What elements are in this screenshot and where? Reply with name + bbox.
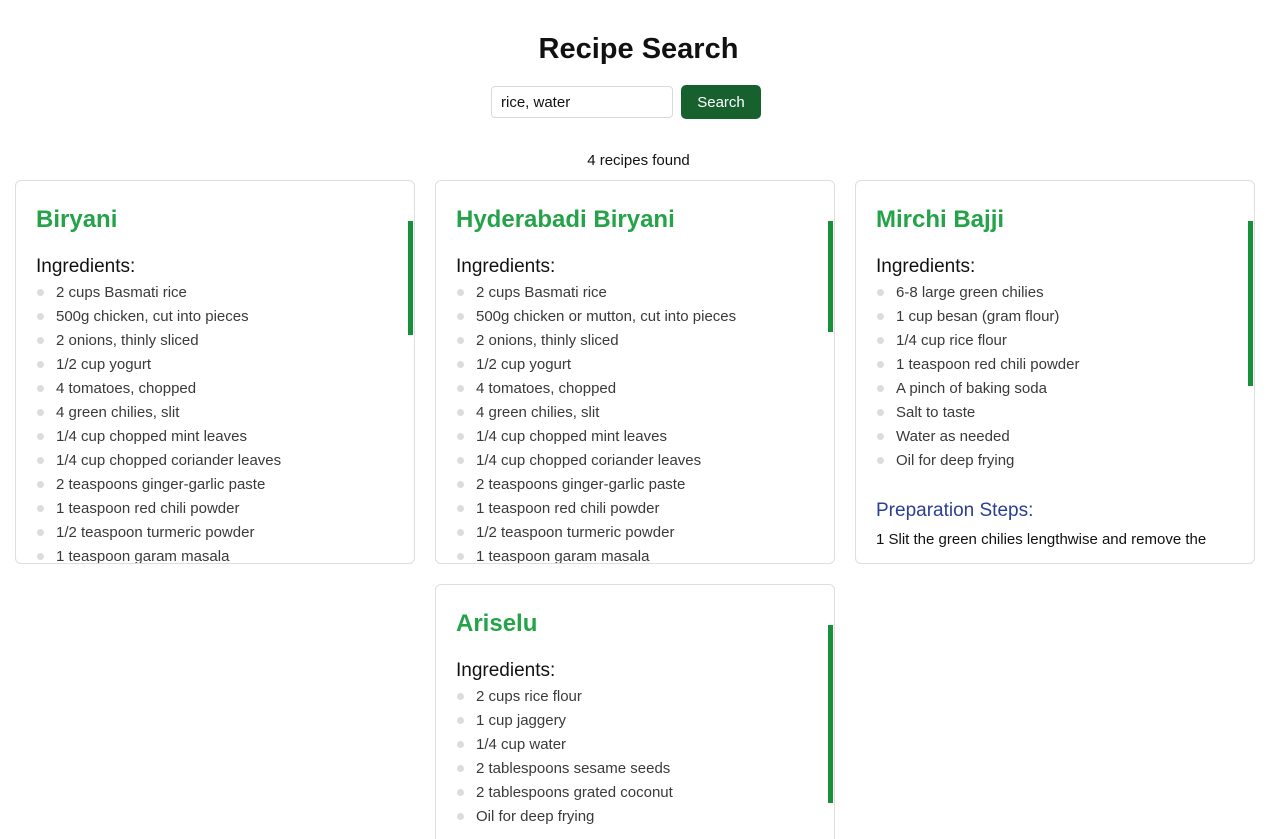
recipe-card-hyderabadi-biryani: Hyderabadi Biryani Ingredients: 2 cups B… [435,180,835,564]
ingredient-item: 2 teaspoons ginger-garlic paste [456,473,816,497]
recipe-card-mirchi-bajji: Mirchi Bajji Ingredients: 6-8 large gree… [855,180,1255,564]
ingredient-item: 2 cups rice flour [456,685,816,709]
ingredient-item: 4 tomatoes, chopped [456,377,816,401]
ingredient-item: Water as needed [876,425,1236,449]
ingredient-item: 1/4 cup water [456,733,816,757]
ingredient-item: 6-8 large green chilies [876,281,1236,305]
ingredient-item: 1 teaspoon garam masala [456,545,816,563]
card-scrollbar[interactable] [1248,221,1253,386]
ingredients-heading: Ingredients: [456,256,556,277]
card-scrollbar[interactable] [828,221,833,332]
recipe-title: Biryani [36,206,118,233]
ingredients-heading: Ingredients: [876,256,976,277]
ingredients-heading: Ingredients: [36,256,136,277]
ingredient-item: 2 onions, thinly sliced [456,329,816,353]
ingredient-item: 1/4 cup chopped mint leaves [456,425,816,449]
ingredient-item: 4 green chilies, slit [36,401,396,425]
search-bar: Search [491,85,761,119]
ingredient-item: 1 teaspoon red chili powder [456,497,816,521]
ingredient-item: A pinch of baking soda [876,377,1236,401]
ingredient-item: 1/4 cup chopped mint leaves [36,425,396,449]
ingredient-item: 4 green chilies, slit [456,401,816,425]
ingredient-item: 1 teaspoon garam masala [36,545,396,563]
results-count: 4 recipes found [587,152,690,169]
ingredient-item: 1 cup jaggery [456,709,816,733]
page-title: Recipe Search [538,33,739,65]
ingredient-list: 2 cups Basmati rice 500g chicken or mutt… [456,281,816,563]
recipe-title: Ariselu [456,610,538,637]
ingredient-item: 2 cups Basmati rice [456,281,816,305]
ingredients-heading: Ingredients: [456,660,556,681]
ingredient-item: Oil for deep frying [456,805,816,829]
card-scrollbar[interactable] [408,221,413,335]
recipe-title: Hyderabadi Biryani [456,206,675,233]
ingredient-item: 1/4 cup rice flour [876,329,1236,353]
recipe-card-ariselu: Ariselu Ingredients: 2 cups rice flour 1… [435,584,835,839]
ingredient-item: 1/2 teaspoon turmeric powder [456,521,816,545]
recipe-card-content[interactable]: Ariselu Ingredients: 2 cups rice flour 1… [436,585,816,839]
recipe-card-content[interactable]: Hyderabadi Biryani Ingredients: 2 cups B… [436,181,816,563]
search-input[interactable] [491,86,673,118]
ingredient-item: 2 tablespoons grated coconut [456,781,816,805]
ingredient-item: Oil for deep frying [876,449,1236,473]
ingredient-list: 6-8 large green chilies 1 cup besan (gra… [876,281,1236,473]
ingredient-list: 2 cups Basmati rice 500g chicken, cut in… [36,281,396,563]
ingredient-item: 1 teaspoon red chili powder [36,497,396,521]
ingredient-item: 2 onions, thinly sliced [36,329,396,353]
ingredient-item: 2 tablespoons sesame seeds [456,757,816,781]
ingredient-item: 1/2 teaspoon turmeric powder [36,521,396,545]
ingredient-item: 1/4 cup chopped coriander leaves [36,449,396,473]
preparation-steps-heading: Preparation Steps: [876,500,1034,521]
ingredient-item: 500g chicken, cut into pieces [36,305,396,329]
ingredient-item: 4 tomatoes, chopped [36,377,396,401]
ingredient-item: 1/4 cup chopped coriander leaves [456,449,816,473]
ingredient-item: 2 cups Basmati rice [36,281,396,305]
ingredient-list: 2 cups rice flour 1 cup jaggery 1/4 cup … [456,685,816,829]
card-scrollbar[interactable] [828,625,833,803]
recipe-title: Mirchi Bajji [876,206,1005,233]
ingredient-item: 1 teaspoon red chili powder [876,353,1236,377]
recipe-search-page: Recipe Search Search 4 recipes found Bir… [0,0,1277,839]
ingredient-item: 1/2 cup yogurt [456,353,816,377]
ingredient-item: 2 teaspoons ginger-garlic paste [36,473,396,497]
preparation-step: 1 Slit the green chilies lengthwise and … [876,531,1207,548]
ingredient-item: 1 cup besan (gram flour) [876,305,1236,329]
recipe-card-content[interactable]: Mirchi Bajji Ingredients: 6-8 large gree… [856,181,1236,563]
search-button[interactable]: Search [681,85,761,119]
ingredient-item: 1/2 cup yogurt [36,353,396,377]
recipe-card-content[interactable]: Biryani Ingredients: 2 cups Basmati rice… [16,181,396,563]
ingredient-item: Salt to taste [876,401,1236,425]
recipe-card-biryani: Biryani Ingredients: 2 cups Basmati rice… [15,180,415,564]
ingredient-item: 500g chicken or mutton, cut into pieces [456,305,816,329]
